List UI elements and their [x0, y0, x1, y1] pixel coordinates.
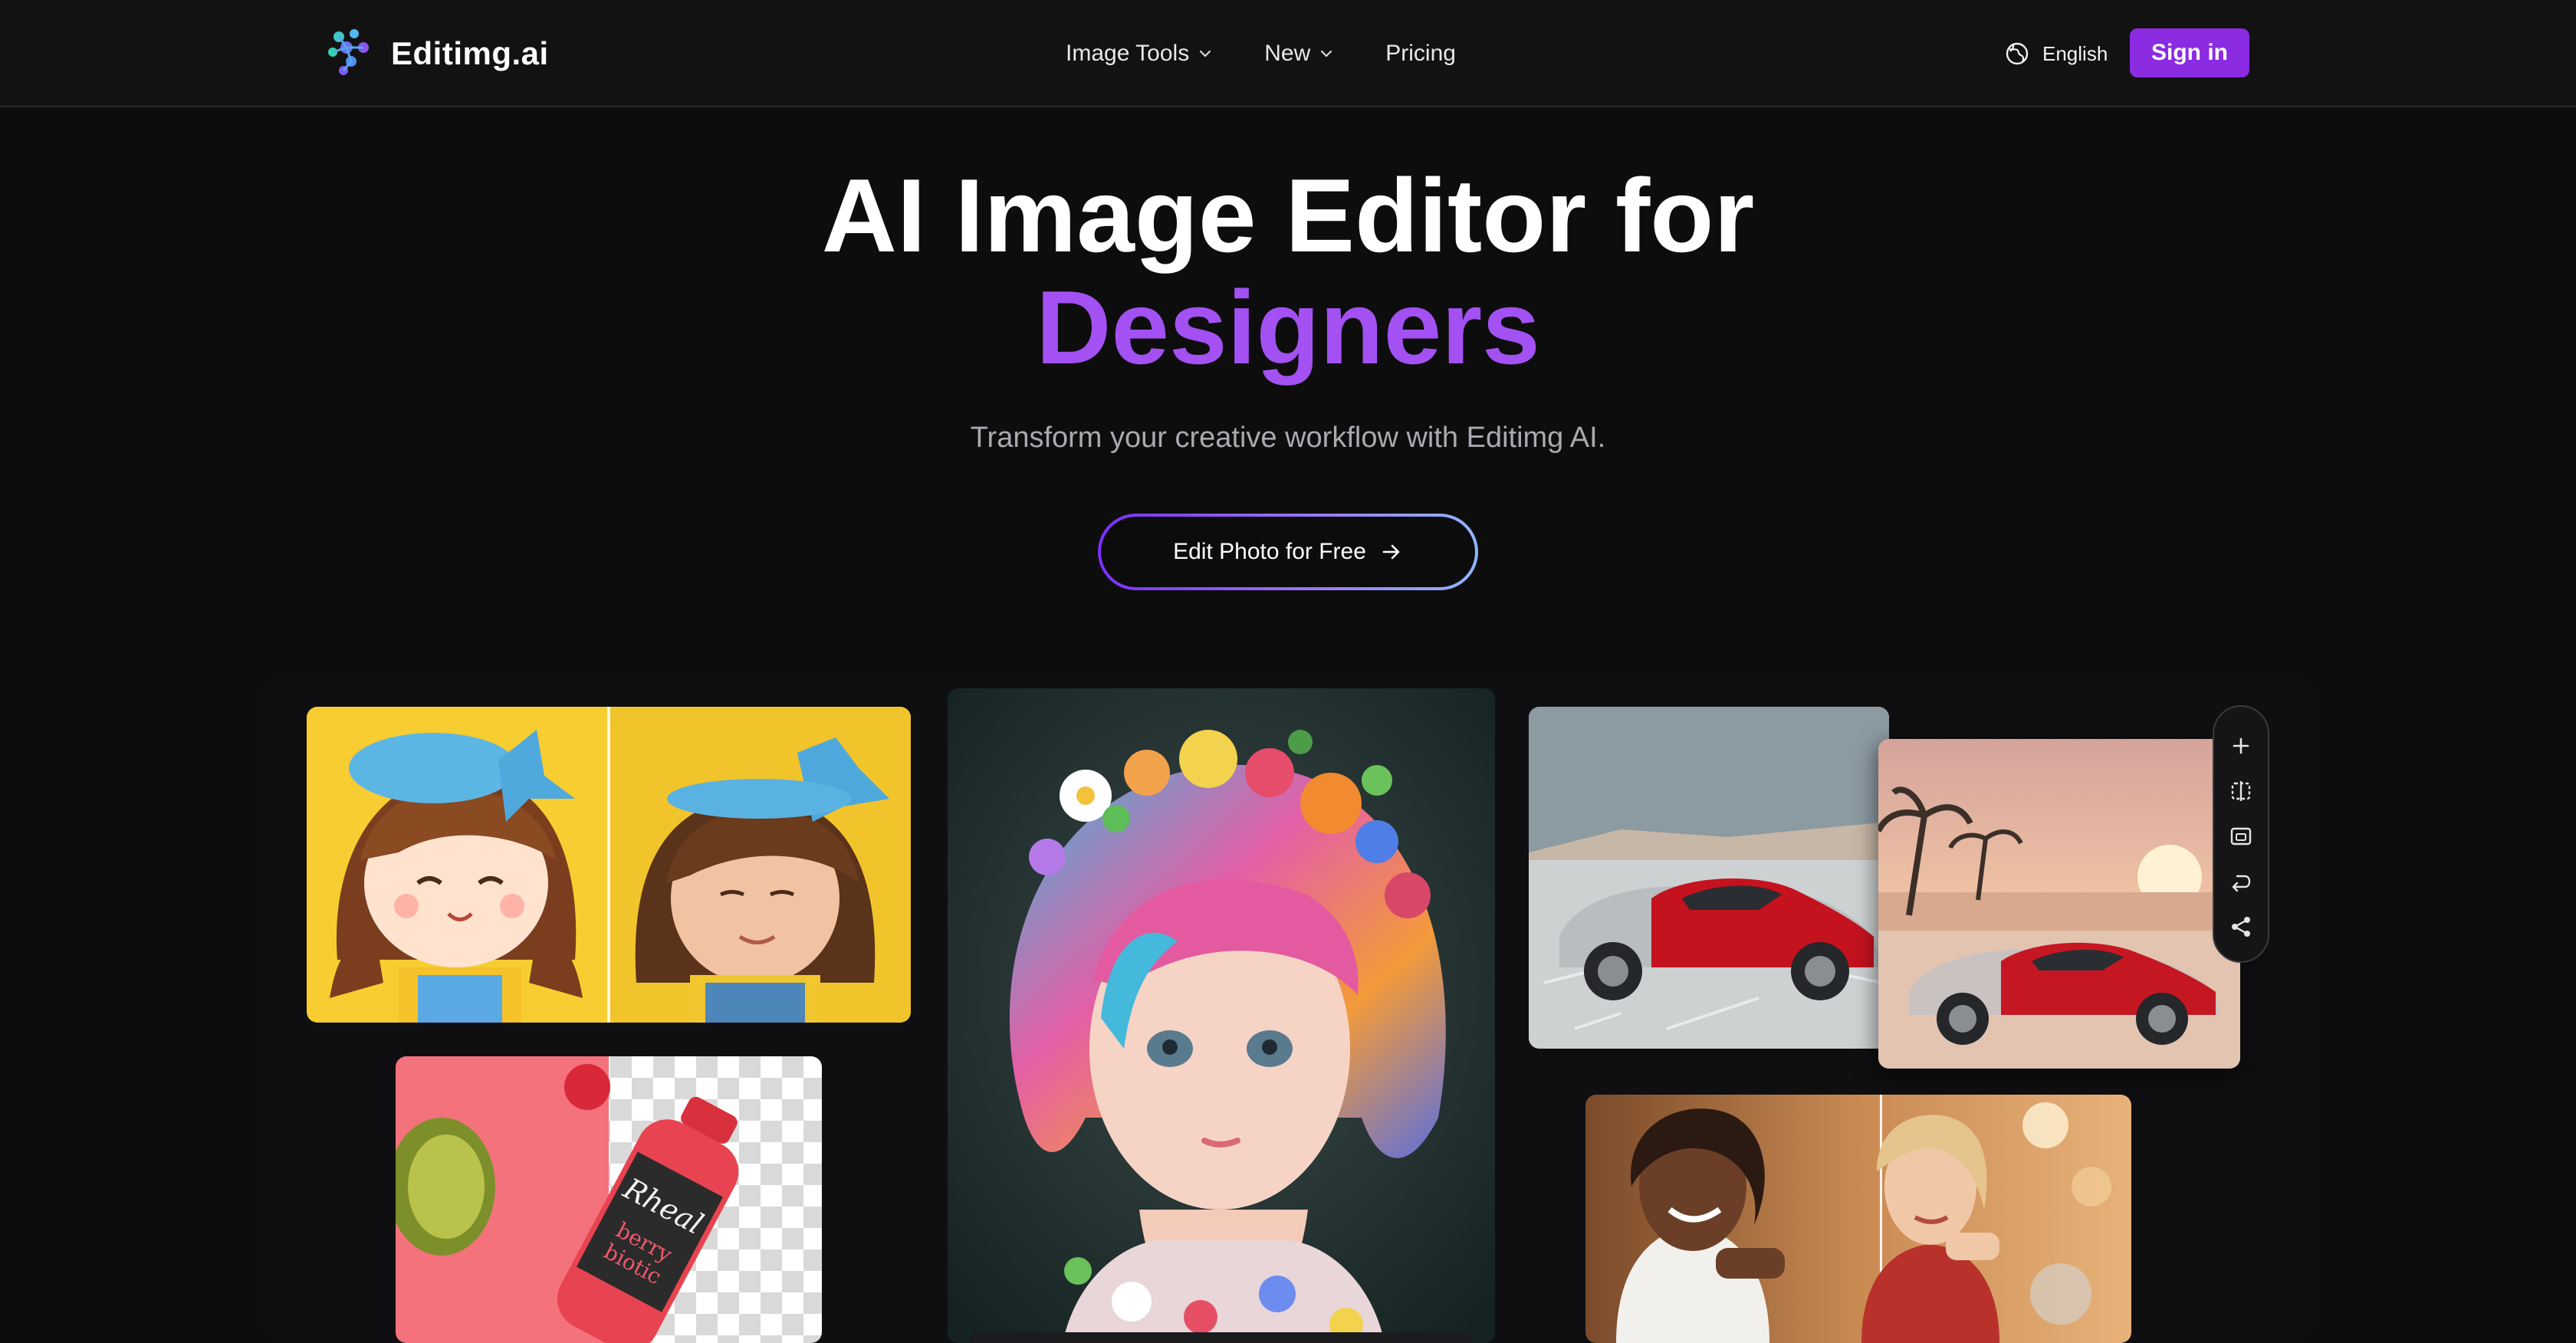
edit-photo-free-button[interactable]: Edit Photo for Free	[1098, 514, 1478, 590]
flower-girl-portrait-image	[948, 688, 1495, 1343]
toolbar-add-button[interactable]	[2228, 733, 2254, 759]
showcase-background-removal[interactable]: Rheal berry biotic	[396, 1056, 822, 1343]
cartoon-girl-image	[307, 707, 911, 1023]
portrait-caption-bar	[971, 1332, 1472, 1343]
arrow-right-icon	[1382, 544, 1400, 560]
nav-new-label: New	[1264, 41, 1311, 66]
cta-label: Edit Photo for Free	[1173, 539, 1366, 564]
toolbar-resize-button[interactable]	[2228, 823, 2254, 849]
image-tools-toolbar	[2213, 705, 2269, 963]
language-selector[interactable]: English	[2004, 34, 2108, 74]
showcase-background-blur[interactable]	[1585, 1095, 2131, 1343]
brand-name: Editimg.ai	[391, 35, 549, 71]
nav-pricing[interactable]: Pricing	[1385, 41, 1456, 67]
compare-icon	[2231, 781, 2251, 801]
brand-logo-link[interactable]: Editimg.ai	[325, 28, 549, 80]
chevron-down-icon	[1321, 50, 1332, 57]
language-label: English	[2042, 41, 2108, 65]
dots-logo-icon	[325, 26, 377, 82]
nav-image-tools[interactable]: Image Tools	[1066, 41, 1214, 67]
car-beach-sunset-image	[1878, 739, 2240, 1069]
share-icon	[2232, 917, 2250, 937]
toolbar-compare-button[interactable]	[2228, 778, 2254, 804]
nav-image-tools-label: Image Tools	[1066, 41, 1190, 66]
showcase-anime-portrait[interactable]	[948, 688, 1495, 1343]
plus-icon	[2233, 737, 2249, 754]
hero-title: AI Image Editor for	[821, 157, 1755, 274]
red-sports-car-image	[1529, 707, 1889, 1049]
women-restaurant-image	[1585, 1095, 2131, 1343]
resize-icon	[2230, 827, 2252, 846]
juice-bottle-image: Rheal berry biotic	[396, 1056, 822, 1343]
edit-photo-free-button-inner: Edit Photo for Free	[1101, 517, 1475, 587]
nav-pricing-label: Pricing	[1385, 41, 1456, 66]
top-navbar: Editimg.ai Image Tools New Pricing Engli…	[0, 0, 2576, 107]
main-nav: Image Tools New Pricing	[1066, 31, 1456, 77]
sign-in-button[interactable]: Sign in	[2130, 28, 2249, 77]
undo-icon	[2232, 875, 2251, 892]
hero-title-accent: Designers	[1036, 269, 1540, 386]
showcase-car-beach-background[interactable]	[1878, 739, 2240, 1069]
chevron-down-icon	[1200, 50, 1211, 57]
showcase-car-original[interactable]	[1529, 707, 1889, 1049]
nav-new[interactable]: New	[1264, 41, 1335, 67]
toolbar-share-button[interactable]	[2228, 914, 2254, 940]
showcase-cartoon-to-photo[interactable]	[307, 707, 911, 1023]
toolbar-undo-button[interactable]	[2228, 869, 2254, 895]
globe-icon	[2006, 42, 2029, 65]
hero-subtitle: Transform your creative workflow with Ed…	[970, 422, 1606, 454]
